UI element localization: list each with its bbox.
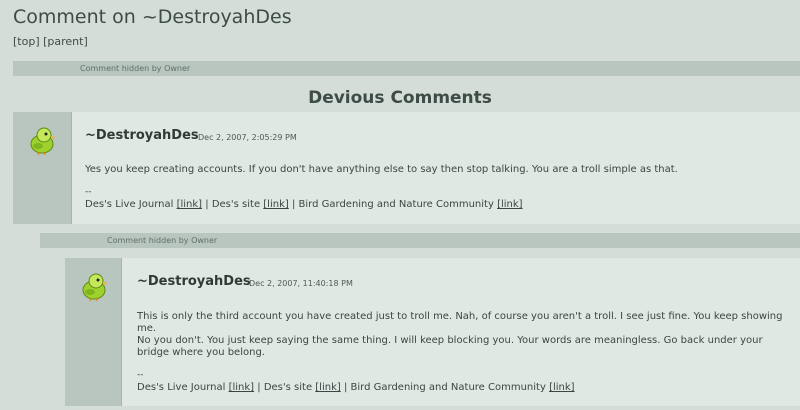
parent-link[interactable]: [parent] xyxy=(43,35,88,48)
signature-dash: -- xyxy=(137,370,144,380)
bird-avatar-icon[interactable] xyxy=(77,270,111,302)
journal-link[interactable]: [link] xyxy=(229,382,255,393)
signature: Des's Live Journal [link] | Des's site [… xyxy=(137,382,575,393)
journal-link[interactable]: [link] xyxy=(177,199,203,210)
comment-date: Dec 2, 2007, 11:40:18 PM xyxy=(249,279,353,288)
sig-separator: | xyxy=(291,199,296,210)
sig-separator: | xyxy=(205,199,209,210)
hidden-comment-bar: Comment hidden by Owner xyxy=(13,61,800,76)
signature: Des's Live Journal [link] | Des's site [… xyxy=(85,199,523,210)
hidden-comment-notice: Comment hidden by Owner xyxy=(107,236,218,245)
comment-body: ~DestroyahDes Dec 2, 2007, 11:40:18 PM T… xyxy=(121,258,800,406)
comment-date: Dec 2, 2007, 2:05:29 PM xyxy=(198,133,297,142)
comment-text: No you don't. You just keep saying the s… xyxy=(137,335,763,358)
site-link[interactable]: [link] xyxy=(315,382,341,393)
breadcrumb: [top] [parent] xyxy=(13,35,88,48)
sig-journal: Des's Live Journal xyxy=(85,199,174,210)
comment-author[interactable]: ~DestroyahDes xyxy=(137,274,251,289)
site-link[interactable]: [link] xyxy=(263,199,289,210)
page-title: Comment on ~DestroyahDes xyxy=(13,6,292,28)
community-link[interactable]: [link] xyxy=(497,199,523,210)
sig-community: Bird Gardening and Nature Community xyxy=(298,199,494,210)
sig-journal: Des's Live Journal xyxy=(137,382,226,393)
comment-body: ~DestroyahDes Dec 2, 2007, 2:05:29 PM Ye… xyxy=(71,112,800,224)
hidden-comment-bar: Comment hidden by Owner xyxy=(40,233,800,248)
sig-site: Des's site xyxy=(211,199,261,210)
sig-separator: | xyxy=(343,382,348,393)
section-heading: Devious Comments xyxy=(308,88,492,108)
hidden-comment-notice: Comment hidden by Owner xyxy=(80,64,191,73)
signature-dash: -- xyxy=(85,187,92,197)
comment-text: This is only the third account you have … xyxy=(137,311,783,334)
sig-community: Bird Gardening and Nature Community xyxy=(350,382,546,393)
community-link[interactable]: [link] xyxy=(549,382,575,393)
comment-author[interactable]: ~DestroyahDes xyxy=(85,128,199,143)
bird-avatar-icon[interactable] xyxy=(25,124,59,156)
sig-separator: | xyxy=(257,382,261,393)
comment-card: ~DestroyahDes Dec 2, 2007, 11:40:18 PM T… xyxy=(65,258,800,406)
top-link[interactable]: [top] xyxy=(13,35,40,48)
comment-card: ~DestroyahDes Dec 2, 2007, 2:05:29 PM Ye… xyxy=(13,112,800,224)
sig-site: Des's site xyxy=(263,382,313,393)
comment-text: Yes you keep creating accounts. If you d… xyxy=(85,164,678,175)
